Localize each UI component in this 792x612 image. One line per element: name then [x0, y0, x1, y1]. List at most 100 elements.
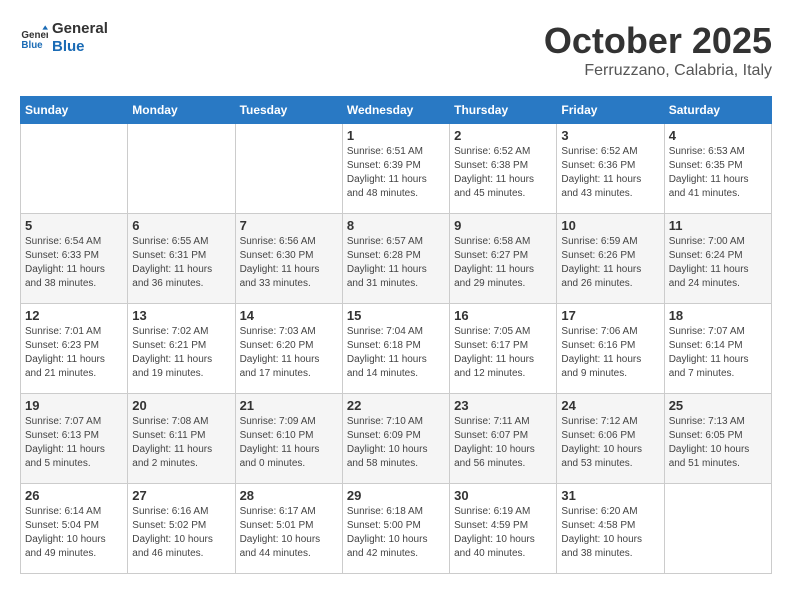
day-cell: 5Sunrise: 6:54 AM Sunset: 6:33 PM Daylig… — [21, 214, 128, 304]
day-info: Sunrise: 7:07 AM Sunset: 6:13 PM Dayligh… — [25, 415, 123, 471]
day-number: 9 — [454, 218, 552, 233]
day-number: 16 — [454, 308, 552, 323]
weekday-thursday: Thursday — [450, 97, 557, 124]
month-title: October 2025 — [544, 20, 772, 62]
day-info: Sunrise: 6:18 AM Sunset: 5:00 PM Dayligh… — [347, 505, 445, 561]
weekday-header-row: SundayMondayTuesdayWednesdayThursdayFrid… — [21, 97, 772, 124]
weekday-saturday: Saturday — [664, 97, 771, 124]
week-row-3: 12 Sunrise: 7:01 AM Sunset: 6:23 PM Dayli… — [21, 304, 772, 394]
day-cell — [664, 484, 771, 574]
weekday-sunday: Sunday — [21, 97, 128, 124]
day-number: 14 — [240, 308, 338, 323]
day-number: 13 — [132, 308, 230, 323]
day-number: 8 — [347, 218, 445, 233]
week-row-1: 1 Sunrise: 6:51 AM Sunset: 6:39 PM Daylig… — [21, 124, 772, 214]
day-cell: 15Sunrise: 7:04 AM Sunset: 6:18 PM Dayli… — [342, 304, 449, 394]
day-info: Sunrise: 6:57 AM Sunset: 6:28 PM Dayligh… — [347, 235, 445, 291]
logo-icon: General Blue — [20, 24, 48, 52]
day-info: Sunrise: 7:06 AM Sunset: 6:16 PM Dayligh… — [561, 325, 659, 381]
day-cell: 22Sunrise: 7:10 AM Sunset: 6:09 PM Dayli… — [342, 394, 449, 484]
day-info: Sunrise: 7:12 AM Sunset: 6:06 PM Dayligh… — [561, 415, 659, 471]
day-number: 4 — [669, 128, 767, 143]
day-number: 27 — [132, 488, 230, 503]
day-number: 21 — [240, 398, 338, 413]
calendar-table: SundayMondayTuesdayWednesdayThursdayFrid… — [20, 96, 772, 574]
day-cell: 21Sunrise: 7:09 AM Sunset: 6:10 PM Dayli… — [235, 394, 342, 484]
day-info: Sunrise: 6:55 AM Sunset: 6:31 PM Dayligh… — [132, 235, 230, 291]
day-cell: 10Sunrise: 6:59 AM Sunset: 6:26 PM Dayli… — [557, 214, 664, 304]
day-info: Sunrise: 6:16 AM Sunset: 5:02 PM Dayligh… — [132, 505, 230, 561]
day-cell: 18 Sunrise: 7:07 AM Sunset: 6:14 PM Dayli… — [664, 304, 771, 394]
day-info: Sunrise: 7:10 AM Sunset: 6:09 PM Dayligh… — [347, 415, 445, 471]
day-info: Sunrise: 6:59 AM Sunset: 6:26 PM Dayligh… — [561, 235, 659, 291]
weekday-tuesday: Tuesday — [235, 97, 342, 124]
day-info: Sunrise: 6:58 AM Sunset: 6:27 PM Dayligh… — [454, 235, 552, 291]
day-info: Sunrise: 7:02 AM Sunset: 6:21 PM Dayligh… — [132, 325, 230, 381]
day-cell: 19 Sunrise: 7:07 AM Sunset: 6:13 PM Dayli… — [21, 394, 128, 484]
day-info: Sunrise: 7:07 AM Sunset: 6:14 PM Dayligh… — [669, 325, 767, 381]
day-cell: 7 Sunrise: 6:56 AM Sunset: 6:30 PM Daylig… — [235, 214, 342, 304]
day-cell: 16 Sunrise: 7:05 AM Sunset: 6:17 PM Dayli… — [450, 304, 557, 394]
weekday-friday: Friday — [557, 97, 664, 124]
day-info: Sunrise: 6:56 AM Sunset: 6:30 PM Dayligh… — [240, 235, 338, 291]
day-cell: 30 Sunrise: 6:19 AM Sunset: 4:59 PM Dayli… — [450, 484, 557, 574]
day-cell: 6 Sunrise: 6:55 AM Sunset: 6:31 PM Daylig… — [128, 214, 235, 304]
day-number: 6 — [132, 218, 230, 233]
day-info: Sunrise: 6:51 AM Sunset: 6:39 PM Dayligh… — [347, 145, 445, 201]
day-info: Sunrise: 6:52 AM Sunset: 6:36 PM Dayligh… — [561, 145, 659, 201]
day-number: 2 — [454, 128, 552, 143]
day-number: 15 — [347, 308, 445, 323]
day-cell: 4Sunrise: 6:53 AM Sunset: 6:35 PM Daylig… — [664, 124, 771, 214]
calendar-header: SundayMondayTuesdayWednesdayThursdayFrid… — [21, 97, 772, 124]
day-number: 23 — [454, 398, 552, 413]
svg-text:Blue: Blue — [21, 40, 43, 51]
day-info: Sunrise: 7:00 AM Sunset: 6:24 PM Dayligh… — [669, 235, 767, 291]
day-cell: 23 Sunrise: 7:11 AM Sunset: 6:07 PM Dayli… — [450, 394, 557, 484]
calendar-body: 1 Sunrise: 6:51 AM Sunset: 6:39 PM Daylig… — [21, 124, 772, 574]
day-cell: 24 Sunrise: 7:12 AM Sunset: 6:06 PM Dayli… — [557, 394, 664, 484]
day-number: 12 — [25, 308, 123, 323]
day-number: 30 — [454, 488, 552, 503]
day-number: 7 — [240, 218, 338, 233]
day-cell: 27 Sunrise: 6:16 AM Sunset: 5:02 PM Dayli… — [128, 484, 235, 574]
day-cell: 17Sunrise: 7:06 AM Sunset: 6:16 PM Dayli… — [557, 304, 664, 394]
day-info: Sunrise: 7:11 AM Sunset: 6:07 PM Dayligh… — [454, 415, 552, 471]
day-number: 11 — [669, 218, 767, 233]
day-info: Sunrise: 6:17 AM Sunset: 5:01 PM Dayligh… — [240, 505, 338, 561]
day-cell: 26Sunrise: 6:14 AM Sunset: 5:04 PM Dayli… — [21, 484, 128, 574]
day-cell: 14 Sunrise: 7:03 AM Sunset: 6:20 PM Dayli… — [235, 304, 342, 394]
week-row-4: 19 Sunrise: 7:07 AM Sunset: 6:13 PM Dayli… — [21, 394, 772, 484]
day-cell: 29Sunrise: 6:18 AM Sunset: 5:00 PM Dayli… — [342, 484, 449, 574]
day-info: Sunrise: 7:13 AM Sunset: 6:05 PM Dayligh… — [669, 415, 767, 471]
day-number: 28 — [240, 488, 338, 503]
logo: General Blue General Blue — [20, 20, 108, 56]
day-number: 24 — [561, 398, 659, 413]
day-cell — [21, 124, 128, 214]
title-area: October 2025 Ferruzzano, Calabria, Italy — [544, 20, 772, 80]
day-info: Sunrise: 6:20 AM Sunset: 4:58 PM Dayligh… — [561, 505, 659, 561]
day-number: 19 — [25, 398, 123, 413]
day-number: 26 — [25, 488, 123, 503]
day-info: Sunrise: 7:08 AM Sunset: 6:11 PM Dayligh… — [132, 415, 230, 471]
day-info: Sunrise: 7:01 AM Sunset: 6:23 PM Dayligh… — [25, 325, 123, 381]
day-number: 31 — [561, 488, 659, 503]
day-number: 18 — [669, 308, 767, 323]
week-row-2: 5Sunrise: 6:54 AM Sunset: 6:33 PM Daylig… — [21, 214, 772, 304]
week-row-5: 26Sunrise: 6:14 AM Sunset: 5:04 PM Dayli… — [21, 484, 772, 574]
day-number: 1 — [347, 128, 445, 143]
day-number: 20 — [132, 398, 230, 413]
day-cell: 11 Sunrise: 7:00 AM Sunset: 6:24 PM Dayli… — [664, 214, 771, 304]
day-info: Sunrise: 6:19 AM Sunset: 4:59 PM Dayligh… — [454, 505, 552, 561]
weekday-monday: Monday — [128, 97, 235, 124]
day-cell: 25 Sunrise: 7:13 AM Sunset: 6:05 PM Dayli… — [664, 394, 771, 484]
day-info: Sunrise: 6:52 AM Sunset: 6:38 PM Dayligh… — [454, 145, 552, 201]
day-cell: 28 Sunrise: 6:17 AM Sunset: 5:01 PM Dayli… — [235, 484, 342, 574]
day-cell: 2 Sunrise: 6:52 AM Sunset: 6:38 PM Daylig… — [450, 124, 557, 214]
day-number: 3 — [561, 128, 659, 143]
day-cell: 1 Sunrise: 6:51 AM Sunset: 6:39 PM Daylig… — [342, 124, 449, 214]
day-cell: 8 Sunrise: 6:57 AM Sunset: 6:28 PM Daylig… — [342, 214, 449, 304]
day-info: Sunrise: 7:03 AM Sunset: 6:20 PM Dayligh… — [240, 325, 338, 381]
day-cell: 3 Sunrise: 6:52 AM Sunset: 6:36 PM Daylig… — [557, 124, 664, 214]
day-number: 25 — [669, 398, 767, 413]
day-info: Sunrise: 7:05 AM Sunset: 6:17 PM Dayligh… — [454, 325, 552, 381]
